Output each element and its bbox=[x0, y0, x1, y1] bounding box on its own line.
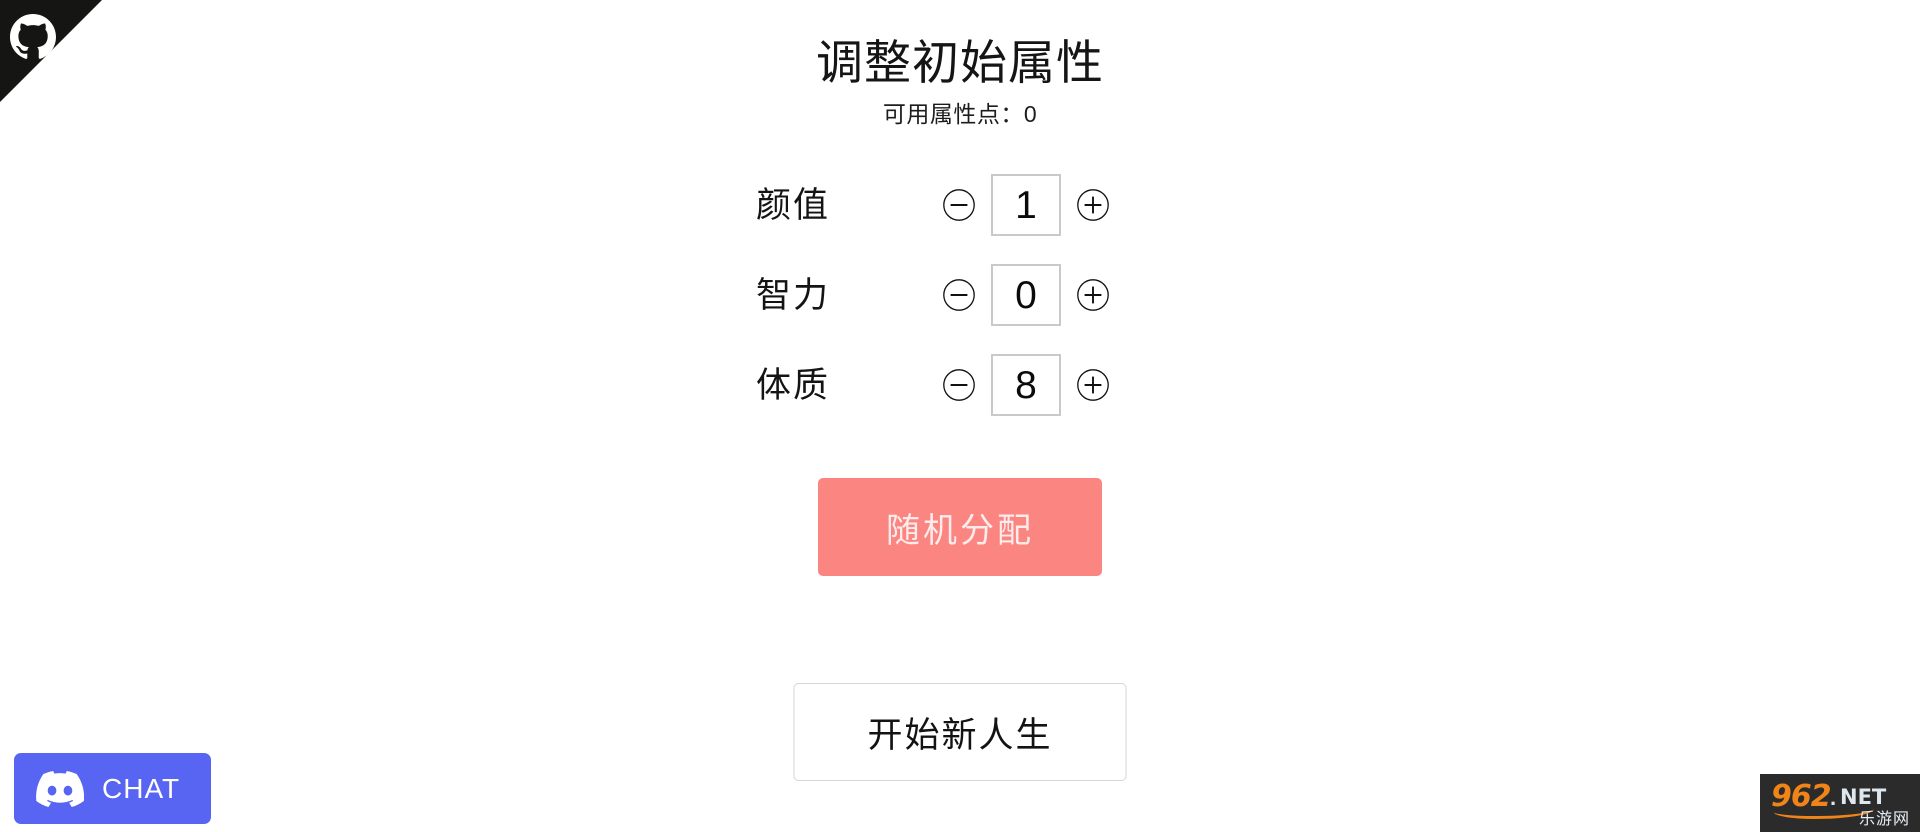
discord-chat-button[interactable]: CHAT bbox=[14, 753, 211, 824]
circle-plus-icon bbox=[1076, 188, 1110, 222]
attribute-list: 颜值 1 智力 0 体质 8 bbox=[750, 160, 1170, 430]
watermark-inner: 962 . NET 乐游网 bbox=[1760, 774, 1920, 832]
circle-minus-icon bbox=[942, 278, 976, 312]
circle-minus-icon bbox=[942, 368, 976, 402]
random-allocate-button[interactable]: 随机分配 bbox=[818, 478, 1102, 576]
decrement-button-intelligence[interactable] bbox=[936, 272, 982, 318]
attribute-stepper: 0 bbox=[936, 264, 1116, 326]
attribute-row-intelligence: 智力 0 bbox=[750, 250, 1170, 340]
page-title: 调整初始属性 bbox=[816, 36, 1104, 89]
circle-plus-icon bbox=[1076, 368, 1110, 402]
circle-minus-icon bbox=[942, 188, 976, 222]
increment-button-constitution[interactable] bbox=[1070, 362, 1116, 408]
attribute-label: 智力 bbox=[756, 275, 831, 315]
start-new-life-button[interactable]: 开始新人生 bbox=[793, 683, 1127, 781]
discord-chat-label: CHAT bbox=[102, 772, 181, 804]
attribute-setup-panel: 调整初始属性 可用属性点：0 颜值 1 智力 0 体质 8 随机分配 开始新人生 bbox=[0, 0, 1920, 832]
watermark-962net: 962 . NET 乐游网 bbox=[1760, 774, 1920, 832]
increment-button-intelligence[interactable] bbox=[1070, 272, 1116, 318]
octocat-icon bbox=[10, 14, 56, 60]
attribute-value-appearance[interactable]: 1 bbox=[991, 174, 1061, 236]
attribute-label: 体质 bbox=[756, 365, 831, 405]
watermark-chinese-label: 乐游网 bbox=[1858, 811, 1910, 828]
attribute-stepper: 1 bbox=[936, 174, 1116, 236]
attribute-value-intelligence[interactable]: 0 bbox=[991, 264, 1061, 326]
attribute-row-appearance: 颜值 1 bbox=[750, 160, 1170, 250]
decrement-button-appearance[interactable] bbox=[936, 182, 982, 228]
attribute-value-constitution[interactable]: 8 bbox=[991, 354, 1061, 416]
attribute-label: 颜值 bbox=[756, 185, 831, 225]
circle-plus-icon bbox=[1076, 278, 1110, 312]
decrement-button-constitution[interactable] bbox=[936, 362, 982, 408]
discord-icon bbox=[36, 765, 84, 813]
increment-button-appearance[interactable] bbox=[1070, 182, 1116, 228]
fork-me-on-github-corner[interactable] bbox=[0, 0, 102, 102]
attribute-row-constitution: 体质 8 bbox=[750, 340, 1170, 430]
attribute-stepper: 8 bbox=[936, 354, 1116, 416]
available-points-label: 可用属性点：0 bbox=[882, 101, 1038, 127]
